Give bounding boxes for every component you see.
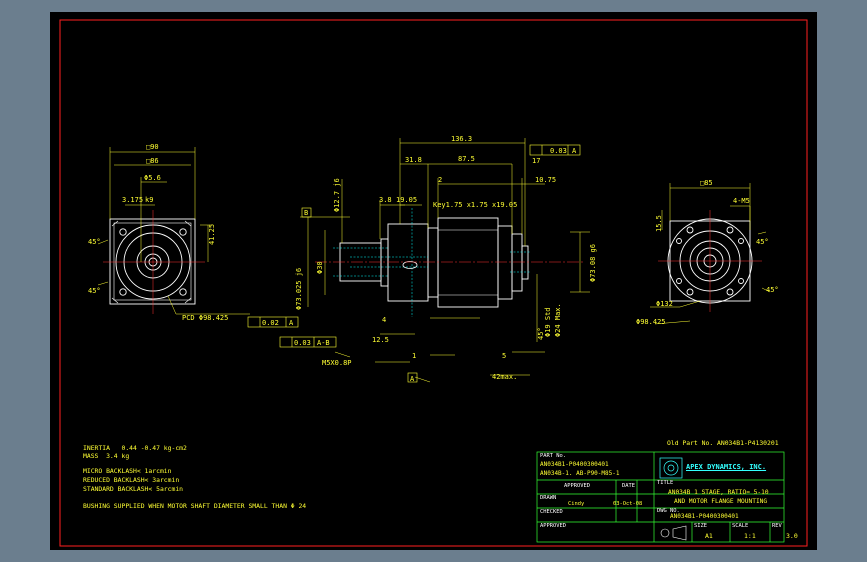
dim-17: 17: [532, 157, 540, 165]
side-dims: [300, 138, 590, 383]
dim-d56: Φ5.6: [144, 174, 161, 182]
gdt-002: 0.02: [262, 319, 279, 327]
tb-company: APEX DYNAMICS, INC.: [686, 463, 767, 471]
dim-s85: □85: [700, 179, 713, 187]
right-dim-text: □85 4-M5 15.5 Φ132 Φ98.425 45° 45°: [636, 179, 779, 326]
note-reduced: REDUCED BACKLASH< 3arcmin: [83, 476, 180, 484]
dim-sq90: □90: [146, 143, 159, 151]
dim-45b: 45°: [88, 287, 101, 295]
dim-d3175: 3.175: [122, 196, 143, 204]
dim-1: 1: [412, 352, 416, 360]
dim-sq86: □86: [146, 157, 159, 165]
note-inertia: INERTIA 0.44 -0.47 kg-cm2: [83, 444, 187, 452]
note-mass: MASS 3.4 kg: [83, 452, 130, 460]
tb-scale-label: SCALE: [732, 523, 749, 529]
tb-part-no-2: AN034B-1. AB-P90-M85-1: [540, 470, 620, 477]
tb-size: A1: [705, 532, 713, 540]
dim-v6: Φ73.08 g6: [589, 244, 597, 282]
tb-drawn-by: Cindy: [568, 501, 585, 507]
tb-drawn: DRAWN: [540, 495, 557, 501]
gdt-003: 0.03: [550, 147, 567, 155]
left-dims: [97, 147, 250, 315]
tb-title-1: AN034B 1 STAGE, RATIO= 5-10: [668, 489, 769, 496]
dim-98: Φ98.425: [636, 318, 666, 326]
tb-scale: 1:1: [744, 532, 756, 540]
side-view: [339, 217, 529, 308]
dim-2: 2: [438, 176, 442, 184]
tb-part-no-1: AN034B1-P0400300401: [540, 461, 609, 468]
note-micro: MICRO BACKLASH< 1arcmin: [83, 467, 172, 475]
dim-v3: Φ12.7 j6: [333, 178, 341, 212]
dim-v4: Φ19 Std: [544, 307, 552, 337]
tb-title-label: TITLE: [657, 480, 674, 486]
company-logo-icon: [659, 457, 683, 479]
dim-45r: 45°: [756, 238, 769, 246]
left-centerlines: [103, 210, 205, 314]
old-part-number: Old Part No. AN034B1-P4130201: [667, 439, 779, 447]
dim-v5: Φ24 Max.: [554, 303, 562, 337]
dim-125: 12.5: [372, 336, 389, 344]
tb-approved2: APPROVED: [540, 523, 566, 529]
tb-checked: CHECKED: [540, 509, 563, 515]
gdt-a: A: [572, 147, 577, 155]
dim-1075: 10.75: [535, 176, 556, 184]
dim-v7: 45°: [537, 327, 545, 340]
dim-38: 3.8: [379, 196, 392, 204]
left-dim-text: □90 □86 Φ5.6 3.175 k9 45° 45° PCD Φ98.42…: [88, 143, 228, 322]
dim-45a: 45°: [88, 238, 101, 246]
tb-drawn-date: 03-Oct-08: [613, 501, 643, 507]
note-bushing: BUSHING SUPPLIED WHEN MOTOR SHAFT DIAMET…: [83, 502, 307, 510]
dim-1905: 19.05: [396, 196, 417, 204]
tb-approved: APPROVED: [564, 483, 590, 489]
tb-dwg-no: AN034B1-P0400300401: [670, 513, 739, 520]
dim-v2: Φ30: [316, 261, 324, 274]
dim-45r2: 45°: [766, 286, 779, 294]
projection-symbol-icon: [660, 525, 687, 541]
dim-key: Key1.75 x1.75 x19.05: [433, 201, 517, 209]
tb-part-no-label: PART No.: [540, 453, 566, 459]
gdt-a2: A: [289, 319, 294, 327]
dim-87: 87.5: [458, 155, 475, 163]
note-standard: STANDARD BACKLASH< 5arcmin: [83, 485, 184, 493]
gdt-ab: A-B: [317, 339, 330, 347]
drawing-sheet: □90 □86 Φ5.6 3.175 k9 45° 45° PCD Φ98.42…: [50, 12, 817, 550]
dim-m5: M5X0.8P: [322, 359, 352, 367]
shaft-key: [402, 261, 418, 269]
datum-b: B: [304, 209, 308, 217]
dim-42: 42max.: [492, 373, 517, 381]
tb-title-2: AND MOTOR FLANGE MOUNTING: [674, 498, 768, 505]
dim-d4125: 41.25: [208, 224, 216, 245]
dim-155: 15.5: [655, 215, 663, 232]
tb-rev: 3.0: [786, 532, 798, 540]
dim-318: 31.8: [405, 156, 422, 164]
dim-5: 5: [502, 352, 506, 360]
tb-size-label: SIZE: [694, 523, 707, 529]
left-view: [109, 218, 196, 305]
tb-rev-label: REV: [772, 523, 782, 529]
side-dim-text: 136.3 87.5 31.8 2 10.75 3.8 19.05 Key1.7…: [262, 135, 597, 383]
dim-v1: Φ73.025 j6: [295, 268, 303, 310]
dim-4m5: 4-M5: [733, 197, 750, 205]
dim-136: 136.3: [451, 135, 472, 143]
dim-4: 4: [382, 316, 386, 324]
dim-pcd: PCD Φ98.425: [182, 314, 228, 322]
dim-132: Φ132: [656, 300, 673, 308]
tb-date: DATE: [622, 483, 635, 489]
gdt-003b: 0.03: [294, 339, 311, 347]
dim-k9: k9: [145, 196, 153, 204]
right-centerlines: [658, 210, 762, 312]
side-hidden-lines: [333, 208, 530, 317]
